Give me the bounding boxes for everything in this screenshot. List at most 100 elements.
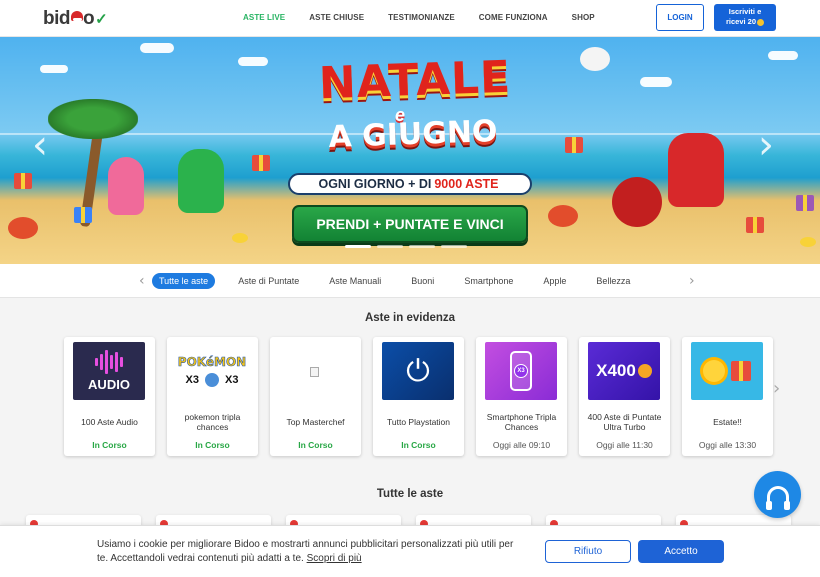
card-title: Smartphone Tripla Chances — [486, 411, 557, 433]
signup-line1: Iscriviti e — [728, 7, 762, 16]
gift-icon — [74, 207, 92, 223]
all-auctions-title: Tutte le aste — [376, 488, 444, 500]
category-smartphone[interactable]: Smartphone — [457, 273, 520, 289]
category-aste-manuali[interactable]: Aste Manuali — [322, 273, 388, 289]
santa-hat-icon — [71, 11, 83, 21]
thumb-label: X400 — [596, 361, 636, 380]
card-status: Oggi alle 13:30 — [698, 440, 757, 450]
crab-icon — [548, 205, 578, 227]
banner-cta-label: PRENDI + PUNTATE E VINCI — [316, 216, 504, 232]
thumb-label: AUDIO — [88, 377, 130, 392]
card-status: In Corso — [92, 440, 127, 450]
card-thumbnail: X3 — [485, 342, 557, 400]
coin-icon — [637, 364, 652, 378]
nav-come-funziona[interactable]: COME FUNZIONA — [479, 13, 548, 22]
chevron-right-icon[interactable]: › — [689, 273, 695, 289]
card-title: 400 Aste di Puntate Ultra Turbo — [587, 411, 662, 433]
featured-card[interactable]: POKéMON X3 X3 pokemon tripla chances In … — [167, 337, 258, 456]
logo-o: o — [83, 8, 95, 29]
card-thumbnail — [279, 342, 351, 400]
elf-character-icon — [178, 149, 224, 213]
cloud-decoration — [238, 57, 268, 66]
card-status: In Corso — [195, 440, 230, 450]
thumb-sub-left: X3 — [185, 374, 199, 386]
daily-prefix: OGNI GIORNO + DI — [318, 177, 432, 191]
santa-character-icon — [668, 133, 724, 207]
nav-shop[interactable]: SHOP — [572, 13, 595, 22]
gift-icon — [796, 195, 814, 211]
featured-cards: AUDIO 100 Aste Audio In Corso POKéMON X3… — [64, 337, 773, 456]
category-bellezza[interactable]: Bellezza — [589, 273, 637, 289]
category-aste-di-puntate[interactable]: Aste di Puntate — [231, 273, 306, 289]
category-bar: ‹ Tutte le aste Aste di Puntate Aste Man… — [0, 264, 820, 298]
cookie-accept-button[interactable]: Accetto — [638, 540, 724, 563]
main-nav: ASTE LIVE ASTE CHIUSE TESTIMONIANZE COME… — [243, 13, 619, 22]
sun-icon — [703, 360, 725, 382]
card-thumbnail — [691, 342, 763, 400]
logo[interactable]: bid o ✓ — [43, 8, 108, 30]
chevron-right-icon[interactable]: › — [773, 378, 780, 399]
category-apple[interactable]: Apple — [536, 273, 573, 289]
nav-aste-live[interactable]: ASTE LIVE — [243, 13, 285, 22]
gift-icon — [252, 155, 270, 171]
gift-icon — [746, 217, 764, 233]
palm-leaves-icon — [48, 99, 138, 139]
chevron-right-icon[interactable]: › — [758, 125, 774, 165]
header: bid o ✓ ASTE LIVE ASTE CHIUSE TESTIMONIA… — [0, 0, 820, 37]
card-title: Top Masterchef — [286, 416, 345, 427]
crab-icon — [8, 217, 38, 239]
daily-highlight: 9000 ASTE — [434, 177, 499, 191]
playstation-logo-icon: ⏻ — [406, 353, 430, 389]
gift-icon — [565, 137, 583, 153]
pokemon-figure-icon — [205, 373, 219, 387]
card-title: Tutto Playstation — [387, 416, 450, 427]
featured-section-title: Aste in evidenza — [364, 312, 456, 324]
signup-button[interactable]: Iscriviti e ricevi 20 — [714, 4, 776, 31]
featured-card[interactable]: AUDIO 100 Aste Audio In Corso — [64, 337, 155, 456]
gift-icon — [14, 173, 32, 189]
category-buoni[interactable]: Buoni — [404, 273, 441, 289]
cookie-message: Usiamo i cookie per migliorare Bidoo e m… — [97, 539, 514, 564]
nav-testimonianze[interactable]: TESTIMONIANZE — [388, 13, 455, 22]
carousel-dot[interactable] — [441, 245, 467, 248]
gold-coins-icon — [800, 237, 816, 247]
banner-cta-button[interactable]: PRENDI + PUNTATE E VINCI — [292, 205, 528, 243]
carousel-dot[interactable] — [409, 245, 435, 248]
support-chat-button[interactable] — [754, 471, 801, 518]
card-thumbnail: ⏻ — [382, 342, 454, 400]
featured-card[interactable]: X3 Smartphone Tripla Chances Oggi alle 0… — [476, 337, 567, 456]
thumb-sub-right: X3 — [225, 374, 239, 386]
featured-card[interactable]: X400 400 Aste di Puntate Ultra Turbo Ogg… — [579, 337, 670, 456]
hero-banner[interactable]: NATALE e A GIUGNO OGNI GIORNO + DI 9000 … — [0, 37, 820, 264]
thumb-label: POKéMON — [177, 355, 247, 370]
login-button[interactable]: LOGIN — [656, 4, 704, 31]
card-thumbnail: AUDIO — [73, 342, 145, 400]
flamingo-character-icon — [108, 157, 144, 215]
smartphone-icon: X3 — [510, 351, 532, 391]
logo-text: bid — [43, 8, 71, 29]
chevron-left-icon[interactable]: ‹ — [32, 125, 48, 165]
gift-sack-icon — [612, 177, 662, 227]
page: bid o ✓ ASTE LIVE ASTE CHIUSE TESTIMONIA… — [0, 0, 820, 577]
category-tutte-le-aste[interactable]: Tutte le aste — [152, 273, 216, 289]
cloud-decoration — [140, 43, 174, 53]
cookie-learn-more-link[interactable]: Scopri di più — [307, 553, 362, 564]
card-title: pokemon tripla chances — [184, 411, 241, 433]
cookie-banner: Usiamo i cookie per migliorare Bidoo e m… — [0, 525, 820, 577]
card-thumbnail: X400 — [588, 342, 660, 400]
chevron-left-icon[interactable]: ‹ — [139, 273, 145, 289]
coin-icon — [757, 18, 765, 26]
featured-card[interactable]: Top Masterchef In Corso — [270, 337, 361, 456]
card-title: Estate!! — [713, 416, 742, 427]
nav-aste-chiuse[interactable]: ASTE CHIUSE — [309, 13, 364, 22]
cookie-reject-button[interactable]: Rifiuto — [545, 540, 631, 563]
carousel-dot[interactable] — [377, 245, 403, 248]
card-status: Oggi alle 09:10 — [492, 440, 551, 450]
signup-line2: ricevi 20 — [725, 17, 757, 26]
headset-icon — [765, 485, 790, 510]
banner-subtitle: A GIUGNO — [327, 114, 499, 155]
featured-card[interactable]: ⏻ Tutto Playstation In Corso — [373, 337, 464, 456]
featured-card[interactable]: Estate!! Oggi alle 13:30 — [682, 337, 773, 456]
daily-auctions-pill: OGNI GIORNO + DI 9000 ASTE — [288, 173, 532, 195]
carousel-dot[interactable] — [345, 245, 371, 248]
